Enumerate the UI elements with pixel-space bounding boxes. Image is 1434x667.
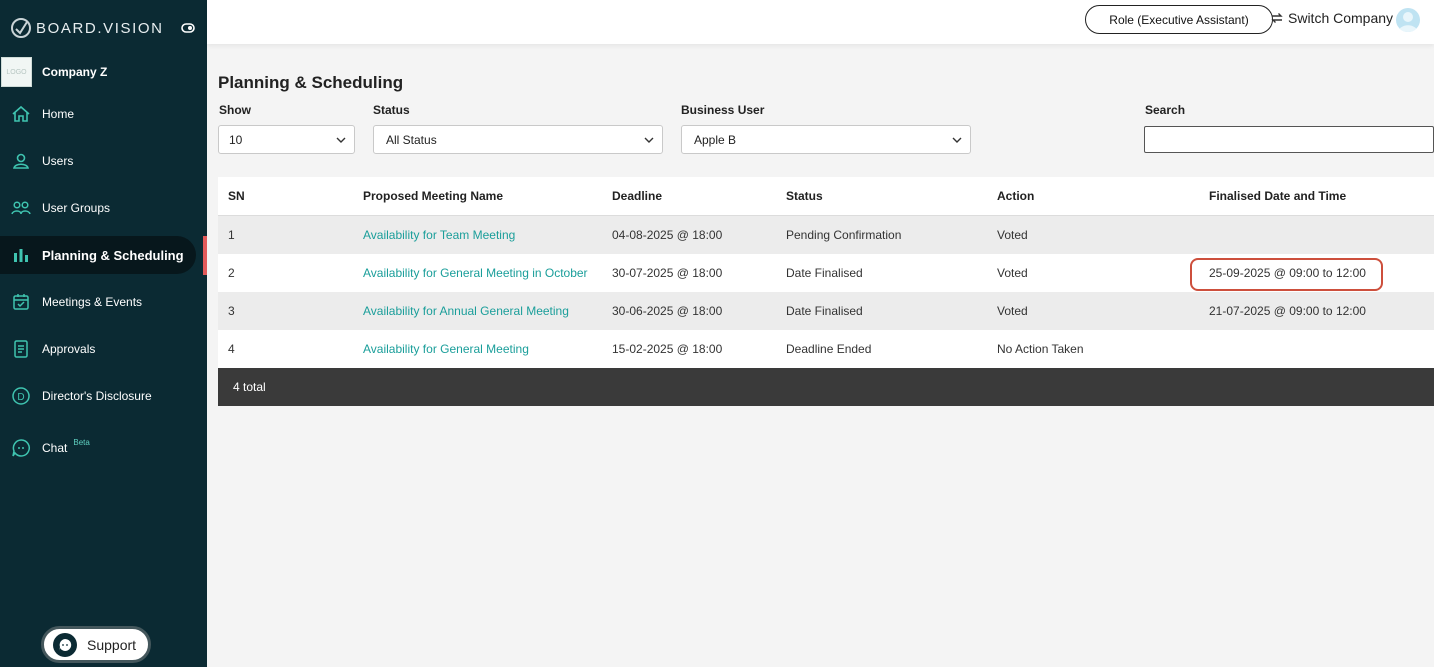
cell-deadline: 30-06-2025 @ 18:00 xyxy=(612,304,723,318)
document-icon xyxy=(11,339,31,359)
sidebar-item-chat[interactable]: Chat Beta xyxy=(0,429,196,467)
switch-icon xyxy=(1271,13,1283,23)
sidebar-item-label: Approvals xyxy=(42,342,96,356)
column-header-finalised[interactable]: Finalised Date and Time xyxy=(1209,189,1346,203)
sidebar-item-label: Chat xyxy=(42,441,68,455)
table-row: 1 Availability for Team Meeting 04-08-20… xyxy=(218,216,1434,254)
cell-action: Voted xyxy=(997,228,1028,242)
table-row: 3 Availability for Annual General Meetin… xyxy=(218,292,1434,330)
chevron-down-icon xyxy=(952,137,962,143)
company-name: Company Z xyxy=(42,65,108,79)
chevron-down-icon xyxy=(336,137,346,143)
cell-deadline: 30-07-2025 @ 18:00 xyxy=(612,266,723,280)
cell-action: Voted xyxy=(997,266,1028,280)
switch-company-label: Switch Company xyxy=(1288,10,1394,26)
column-header-sn[interactable]: SN xyxy=(228,189,245,203)
support-label: Support xyxy=(87,636,137,653)
business-user-value: Apple B xyxy=(694,132,737,147)
total-count: 4 total xyxy=(233,380,266,394)
users-icon xyxy=(11,198,31,218)
sidebar-item-meetings-events[interactable]: Meetings & Events xyxy=(0,283,196,321)
beta-badge: Beta xyxy=(73,437,90,447)
sidebar-item-label: User Groups xyxy=(42,201,111,215)
sidebar: BOARD.VISION LOGO Company Z Home Users U… xyxy=(0,0,207,667)
column-header-deadline[interactable]: Deadline xyxy=(612,189,662,203)
cell-action: Voted xyxy=(997,304,1028,318)
sidebar-item-home[interactable]: Home xyxy=(0,95,196,133)
cell-status: Date Finalised xyxy=(786,266,863,280)
top-bar: Role (Executive Assistant) Switch Compan… xyxy=(207,0,1434,44)
cell-status: Date Finalised xyxy=(786,304,863,318)
sidebar-item-label: Meetings & Events xyxy=(42,295,143,309)
show-label: Show xyxy=(219,103,251,117)
cell-sn: 4 xyxy=(228,342,235,356)
avatar[interactable] xyxy=(1396,8,1420,32)
cell-deadline: 15-02-2025 @ 18:00 xyxy=(612,342,723,356)
status-value: All Status xyxy=(386,132,437,147)
circle-d-icon: D xyxy=(11,386,31,406)
sidebar-item-label: Users xyxy=(42,154,74,168)
sidebar-item-label: Director's Disclosure xyxy=(42,389,152,403)
status-select[interactable]: All Status xyxy=(373,125,663,154)
sidebar-item-users[interactable]: Users xyxy=(0,142,196,180)
status-label: Status xyxy=(373,103,410,117)
calendar-check-icon xyxy=(11,292,31,312)
support-button[interactable]: Support xyxy=(41,626,151,663)
cell-sn: 1 xyxy=(228,228,235,242)
toggle-icon[interactable] xyxy=(181,21,195,35)
user-icon xyxy=(11,151,31,171)
chat-icon xyxy=(11,438,31,458)
table-row: 4 Availability for General Meeting 15-02… xyxy=(218,330,1434,368)
brand[interactable]: BOARD.VISION xyxy=(10,16,164,40)
show-select[interactable]: 10 xyxy=(218,125,355,154)
cell-sn: 2 xyxy=(228,266,235,280)
switch-company-button[interactable]: Switch Company xyxy=(1270,10,1393,26)
search-input[interactable] xyxy=(1144,126,1434,153)
home-icon xyxy=(11,104,31,124)
meeting-link[interactable]: Availability for General Meeting in Octo… xyxy=(363,266,588,280)
table-footer: 4 total xyxy=(218,368,1434,406)
brand-name: BOARD.VISION xyxy=(36,19,164,37)
business-user-select[interactable]: Apple B xyxy=(681,125,971,154)
show-value: 10 xyxy=(229,132,243,147)
column-header-name[interactable]: Proposed Meeting Name xyxy=(363,189,503,203)
role-button[interactable]: Role (Executive Assistant) xyxy=(1085,5,1273,34)
meeting-link[interactable]: Availability for Annual General Meeting xyxy=(363,304,569,318)
column-header-status[interactable]: Status xyxy=(786,189,823,203)
page-title: Planning & Scheduling xyxy=(218,73,404,92)
sidebar-item-planning-scheduling[interactable]: Planning & Scheduling xyxy=(0,236,196,274)
support-chat-icon xyxy=(53,632,77,657)
cell-sn: 3 xyxy=(228,304,235,318)
bar-chart-icon xyxy=(11,245,31,265)
company-selector[interactable]: LOGO Company Z xyxy=(1,57,107,87)
search-label: Search xyxy=(1145,103,1186,117)
highlight-annotation xyxy=(1190,258,1383,291)
cell-action: No Action Taken xyxy=(997,342,1084,356)
cell-status: Pending Confirmation xyxy=(786,228,902,242)
sidebar-item-approvals[interactable]: Approvals xyxy=(0,330,196,368)
svg-text:D: D xyxy=(17,392,24,403)
active-indicator xyxy=(203,236,207,275)
column-header-action[interactable]: Action xyxy=(997,189,1034,203)
sidebar-item-directors-disclosure[interactable]: D Director's Disclosure xyxy=(0,377,196,415)
chevron-down-icon xyxy=(644,137,654,143)
cell-status: Deadline Ended xyxy=(786,342,872,356)
table-header: SN Proposed Meeting Name Deadline Status… xyxy=(218,177,1434,216)
meetings-table: SN Proposed Meeting Name Deadline Status… xyxy=(218,177,1434,406)
cell-finalised: 21-07-2025 @ 09:00 to 12:00 xyxy=(1209,304,1366,318)
business-user-label: Business User xyxy=(681,103,765,117)
sidebar-item-label: Planning & Scheduling xyxy=(42,247,184,263)
logo-icon xyxy=(11,18,31,38)
table-row: 2 Availability for General Meeting in Oc… xyxy=(218,254,1434,292)
sidebar-item-user-groups[interactable]: User Groups xyxy=(0,189,196,227)
cell-deadline: 04-08-2025 @ 18:00 xyxy=(612,228,723,242)
sidebar-item-label: Home xyxy=(42,107,75,121)
company-logo: LOGO xyxy=(1,57,32,87)
meeting-link[interactable]: Availability for General Meeting xyxy=(363,342,529,356)
meeting-link[interactable]: Availability for Team Meeting xyxy=(363,228,515,242)
